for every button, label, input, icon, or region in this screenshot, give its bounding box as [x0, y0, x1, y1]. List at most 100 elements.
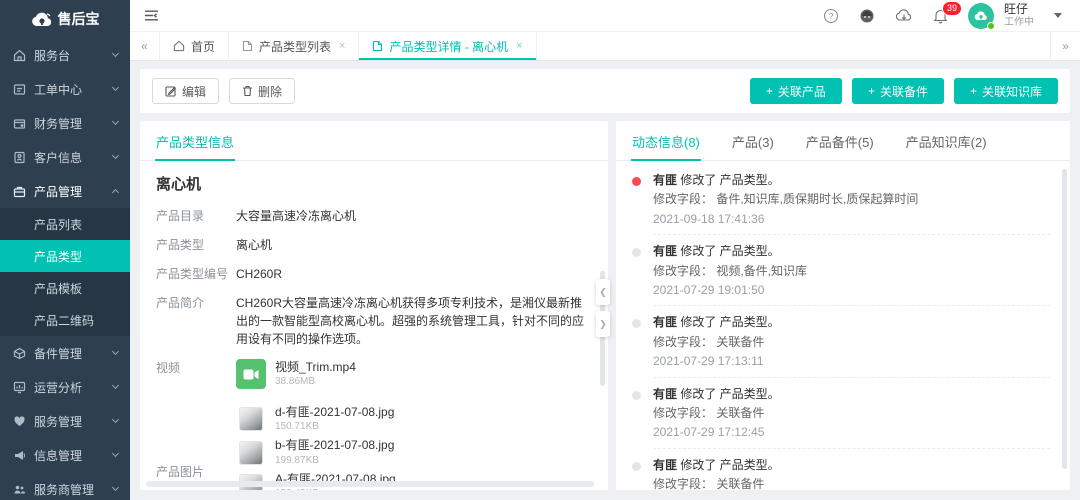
sidebar-item-product-template[interactable]: 产品模板 — [0, 272, 130, 304]
chevron-down-icon — [112, 450, 119, 457]
product-type-title: 离心机 — [156, 173, 592, 194]
detail-panels: 产品类型信息 离心机 产品目录 大容量高速冷冻离心机 产品类型 离心机 — [140, 121, 1070, 490]
image-file-item[interactable]: b-有匪-2021-07-08.jpg 199.87KB — [236, 438, 592, 466]
file-name: d-有匪-2021-07-08.jpg — [275, 405, 394, 419]
help-icon[interactable]: ? — [823, 8, 839, 24]
file-size: 38.86MB — [275, 376, 356, 388]
sidebar-item-label: 产品模板 — [34, 280, 82, 297]
link-knowledge-base-label: 关联知识库 — [982, 83, 1042, 100]
sidebar-item-spare-parts[interactable]: 备件管理 — [0, 336, 130, 370]
header-actions: ? 39 旺仔 工作中 — [823, 3, 1062, 29]
field-row-video: 视频 视频_Trim.mp4 38.86MB — [156, 359, 592, 394]
sidebar-item-product-list[interactable]: 产品列表 — [0, 208, 130, 240]
right-panel-vertical-scrollbar[interactable] — [1062, 169, 1067, 469]
left-panel-tabs: 产品类型信息 — [140, 121, 608, 161]
field-label: 产品图片 — [156, 463, 236, 481]
notifications-bell-icon[interactable]: 39 — [933, 8, 948, 24]
brand-logo[interactable]: 售后宝 — [0, 0, 130, 38]
sidebar-item-analytics[interactable]: 运营分析 — [0, 370, 130, 404]
cloud-download-icon[interactable] — [895, 8, 913, 23]
sidebar-item-info-mgmt[interactable]: 信息管理 — [0, 438, 130, 472]
action-toolbar: 编辑 删除 + 关联产品 + 关联备件 + — [140, 69, 1070, 113]
sidebar-item-customers[interactable]: 客户信息 — [0, 140, 130, 174]
timeline-detail: 修改字段： 关联备件 — [653, 477, 1050, 490]
timeline-dot — [632, 319, 641, 328]
file-name: 视频_Trim.mp4 — [275, 360, 356, 374]
delete-button-label: 删除 — [258, 83, 282, 100]
close-tab-icon[interactable]: × — [339, 40, 345, 52]
timeline-item: 有匪 修改了 产品类型。 修改字段： 备件,知识库,质保期时长,质保起算时间 2… — [632, 173, 1050, 244]
timeline-detail: 修改字段： 关联备件 — [653, 406, 1050, 420]
left-panel-horizontal-scrollbar[interactable] — [146, 481, 594, 487]
timeline-detail: 修改字段： 关联备件 — [653, 335, 1050, 349]
link-knowledge-base-button[interactable]: + 关联知识库 — [954, 78, 1058, 104]
user-info[interactable]: 旺仔 工作中 — [1004, 3, 1034, 28]
collapse-left-panel-button[interactable]: ❮ — [596, 279, 610, 305]
close-tab-icon[interactable]: × — [516, 40, 522, 52]
video-file-item[interactable]: 视频_Trim.mp4 38.86MB — [236, 359, 592, 389]
timeline-user: 有匪 — [653, 244, 677, 258]
sidebar-item-label: 客户信息 — [34, 149, 105, 166]
timeline-item: 有匪 修改了 产品类型。 修改字段： 视频,备件,知识库 2021-07-29 … — [632, 244, 1050, 315]
plus-icon: + — [970, 84, 977, 98]
field-label: 产品目录 — [156, 207, 236, 225]
field-row: 产品目录 大容量高速冷冻离心机 — [156, 207, 592, 225]
sidebar-item-label: 产品类型 — [34, 248, 82, 265]
field-label: 产品类型 — [156, 236, 236, 254]
field-row-images: 产品图片 d-有匪-2021-07-08.jpg 150.71KB — [156, 405, 592, 490]
collapse-sidebar-icon[interactable] — [144, 9, 159, 22]
tab-product-type-info[interactable]: 产品类型信息 — [155, 121, 235, 160]
tab-home[interactable]: 首页 — [160, 32, 229, 60]
tabs-scroll-left[interactable]: « — [130, 32, 160, 60]
timeline-timestamp: 2021-07-29 19:01:50 — [653, 283, 1050, 297]
sidebar-item-product-qrcode[interactable]: 产品二维码 — [0, 304, 130, 336]
link-spare-part-button[interactable]: + 关联备件 — [852, 78, 944, 104]
timeline-dot — [632, 177, 641, 186]
sidebar: 售后宝 服务台 工单中心 财务管理 客户信息 产品管理 产品列表 — [0, 0, 130, 500]
sidebar-item-finance[interactable]: 财务管理 — [0, 106, 130, 140]
tabs-scroll-right[interactable]: » — [1050, 32, 1080, 60]
link-product-button[interactable]: + 关联产品 — [750, 78, 842, 104]
sidebar-item-product-type[interactable]: 产品类型 — [0, 240, 130, 272]
svg-text:?: ? — [829, 11, 834, 21]
field-row: 产品类型编号 CH260R — [156, 265, 592, 283]
sidebar-submenu-products: 产品列表 产品类型 产品模板 产品二维码 — [0, 208, 130, 336]
sidebar-item-label: 产品二维码 — [34, 312, 94, 329]
activity-timeline: 有匪 修改了 产品类型。 修改字段： 备件,知识库,质保期时长,质保起算时间 2… — [616, 161, 1070, 490]
sidebar-item-service-mgmt[interactable]: 服务管理 — [0, 404, 130, 438]
tab-products[interactable]: 产品(3) — [731, 121, 775, 160]
tab-product-type-list[interactable]: 产品类型列表 × — [229, 32, 359, 60]
sidebar-item-service-desk[interactable]: 服务台 — [0, 38, 130, 72]
expand-right-panel-button[interactable]: ❯ — [596, 311, 610, 337]
timeline-timestamp: 2021-07-29 17:13:11 — [653, 354, 1050, 368]
image-file-item[interactable]: d-有匪-2021-07-08.jpg 150.71KB — [236, 405, 592, 433]
timeline-user: 有匪 — [653, 173, 677, 187]
link-product-label: 关联产品 — [778, 83, 826, 100]
sidebar-item-work-orders[interactable]: 工单中心 — [0, 72, 130, 106]
timeline-user: 有匪 — [653, 387, 677, 401]
sidebar-item-products[interactable]: 产品管理 — [0, 174, 130, 208]
edit-button[interactable]: 编辑 — [152, 78, 219, 104]
delete-button[interactable]: 删除 — [229, 78, 295, 104]
ticket-icon — [13, 83, 26, 96]
id-card-icon — [13, 151, 26, 164]
tab-activity-feed[interactable]: 动态信息(8) — [631, 121, 701, 160]
tab-spare-parts[interactable]: 产品备件(5) — [805, 121, 875, 160]
avatar[interactable] — [968, 3, 994, 29]
tab-product-type-detail[interactable]: 产品类型详情 - 离心机 × — [359, 32, 536, 60]
people-icon — [13, 483, 26, 496]
sidebar-item-label: 财务管理 — [34, 115, 105, 132]
trash-icon — [242, 85, 253, 97]
tab-knowledge-base[interactable]: 产品知识库(2) — [905, 121, 988, 160]
field-label: 产品类型编号 — [156, 265, 236, 283]
briefcase-icon — [13, 185, 26, 198]
brand-name: 售后宝 — [58, 9, 100, 29]
timeline-dot — [632, 391, 641, 400]
field-value: CH260R — [236, 265, 592, 283]
sidebar-item-provider-mgmt[interactable]: 服务商管理 — [0, 472, 130, 500]
timeline-user: 有匪 — [653, 458, 677, 472]
user-menu-caret-icon[interactable] — [1054, 13, 1062, 18]
file-meta: d-有匪-2021-07-08.jpg 150.71KB — [275, 405, 394, 433]
tab-label: 产品类型详情 - 离心机 — [389, 38, 508, 55]
support-agent-icon[interactable] — [859, 8, 875, 24]
